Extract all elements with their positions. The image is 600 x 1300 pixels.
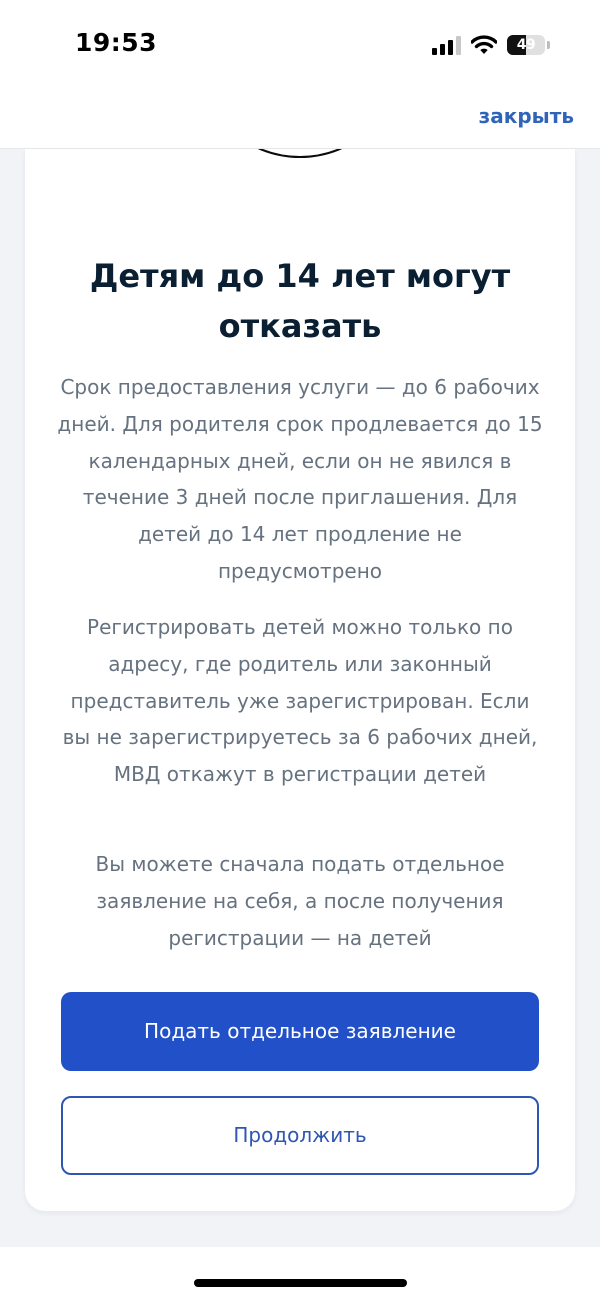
battery-icon: 49: [507, 35, 545, 55]
stopwatch-illustration: [257, 149, 343, 158]
info-paragraph-children-registration: Регистрировать детей можно только по адр…: [62, 615, 538, 787]
submit-separate-application-button[interactable]: Подать отдельное заявление: [61, 992, 539, 1071]
battery-tip: [547, 41, 550, 49]
info-card: Детям до 14 лет могут отказать Срок пред…: [25, 149, 575, 1211]
cellular-signal-icon: [432, 35, 461, 55]
status-bar: 19:53 49: [0, 0, 600, 90]
wifi-icon: [471, 35, 497, 54]
battery-level: 49: [516, 37, 536, 53]
info-paragraph-separate-application: Вы можете сначала подать отдельное заявл…: [95, 852, 505, 950]
status-time: 19:53: [75, 28, 158, 57]
info-paragraph-deadline: Срок предоставления услуги — до 6 рабочи…: [57, 375, 543, 583]
card-title: Детям до 14 лет могут отказать: [89, 257, 511, 345]
status-icons: 49: [432, 33, 550, 57]
bottom-area: [0, 1247, 600, 1300]
close-link[interactable]: закрыть: [479, 104, 574, 128]
home-indicator[interactable]: [194, 1279, 407, 1287]
continue-button[interactable]: Продолжить: [61, 1096, 539, 1175]
top-header: закрыть: [0, 90, 600, 149]
